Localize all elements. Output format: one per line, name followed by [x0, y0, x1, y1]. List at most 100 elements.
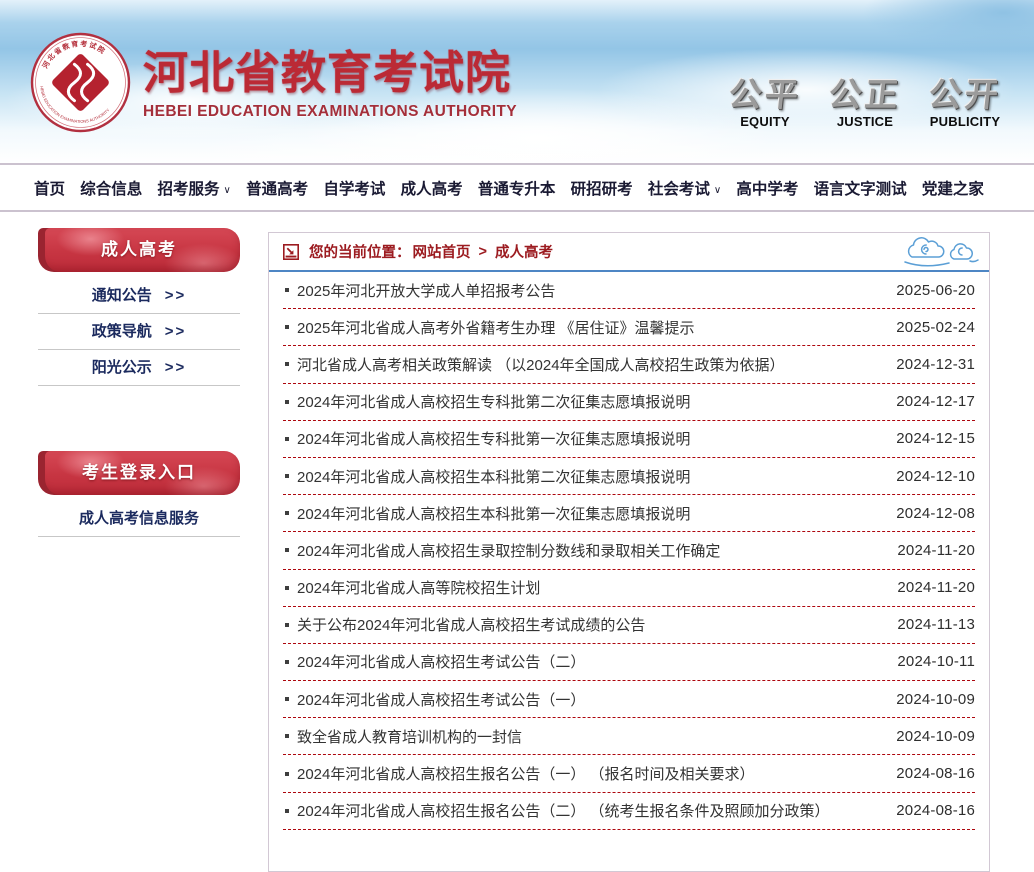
site-subtitle: HEBEI EDUCATION EXAMINATIONS AUTHORITY: [143, 103, 517, 121]
sidebar-section-title-login: 考生登录入口: [38, 451, 240, 495]
news-row: 2024年河北省成人高校招生本科批第二次征集志愿填报说明 2024-12-10: [283, 458, 975, 495]
site-logo-seal[interactable]: 河北省教育考试院 HEBEI EDUCATION EXAMINATIONS AU…: [30, 32, 131, 133]
breadcrumb-home-link[interactable]: 网站首页: [413, 241, 471, 262]
nav-item-label: 首页: [34, 181, 65, 198]
news-date: 2024-11-20: [883, 579, 975, 596]
news-title-link[interactable]: 2025年河北省成人高考外省籍考生办理 《居住证》温馨提示: [297, 317, 695, 338]
main-nav: 首页 综合信息 招考服务∨ 普通高考 自学考试 成人高考 普通专升本 研招研考 …: [0, 163, 1034, 212]
breadcrumb-separator: >: [479, 244, 487, 260]
news-row: 2024年河北省成人高校招生专科批第二次征集志愿填报说明 2024-12-17: [283, 384, 975, 421]
sidebar-section-title-chengrengaokao: 成人高考: [38, 228, 240, 272]
bullet-icon: [285, 548, 289, 552]
news-title-link[interactable]: 2024年河北省成人高等院校招生计划: [297, 577, 540, 598]
news-row: 2024年河北省成人高等院校招生计划 2024-11-20: [283, 570, 975, 607]
news-date: 2024-10-11: [883, 653, 975, 670]
nav-item[interactable]: 综合信息: [80, 177, 142, 199]
news-title-link[interactable]: 2024年河北省成人高校招生本科批第一次征集志愿填报说明: [297, 503, 690, 524]
sidebar-menu-item[interactable]: 阳光公示>>: [38, 350, 240, 386]
news-date: 2024-08-16: [882, 802, 975, 819]
news-date: 2024-11-20: [883, 542, 975, 559]
news-date: 2024-11-13: [883, 616, 975, 633]
nav-item-label: 党建之家: [922, 181, 984, 198]
news-title-link[interactable]: 2024年河北省成人高校招生本科批第二次征集志愿填报说明: [297, 466, 690, 487]
news-title-link[interactable]: 2024年河北省成人高校招生考试公告（二）: [297, 651, 585, 672]
motto-english: PUBLICITY: [926, 114, 1004, 129]
bullet-icon: [285, 511, 289, 515]
news-date: 2024-12-08: [882, 505, 975, 522]
bullet-icon: [285, 660, 289, 664]
news-title-link[interactable]: 2024年河北省成人高校招生报名公告（二） （统考生报名条件及照顾加分政策）: [297, 800, 830, 821]
motto-english: EQUITY: [726, 114, 804, 129]
motto-chinese: 公正: [824, 78, 905, 111]
sidebar-item-label: 成人高考信息服务: [79, 510, 199, 527]
double-arrow-icon: >>: [165, 359, 187, 376]
chevron-down-icon: ∨: [224, 185, 231, 196]
nav-item-label: 自学考试: [323, 181, 385, 198]
bullet-icon: [285, 437, 289, 441]
nav-item[interactable]: 普通专升本: [478, 177, 556, 199]
news-title-link[interactable]: 2024年河北省成人高校招生考试公告（一）: [297, 689, 585, 710]
nav-item[interactable]: 语言文字测试: [814, 177, 907, 199]
double-arrow-icon: >>: [165, 323, 187, 340]
news-row: 2024年河北省成人高校招生报名公告（二） （统考生报名条件及照顾加分政策） 2…: [283, 793, 975, 830]
nav-item-label: 普通高考: [246, 181, 308, 198]
nav-item-label: 高中学考: [736, 181, 798, 198]
news-title-link[interactable]: 2025年河北开放大学成人单招报考公告: [297, 280, 555, 301]
news-title-link[interactable]: 2024年河北省成人高校招生专科批第二次征集志愿填报说明: [297, 391, 690, 412]
sidebar-menu-login: 成人高考信息服务: [38, 501, 240, 537]
nav-item[interactable]: 自学考试: [323, 177, 385, 199]
bullet-icon: [285, 400, 289, 404]
chevron-down-icon: ∨: [714, 185, 721, 196]
nav-item[interactable]: 高中学考: [736, 177, 798, 199]
news-title-link[interactable]: 关于公布2024年河北省成人高校招生考试成绩的公告: [297, 614, 645, 635]
sidebar-item-label: 政策导航: [92, 323, 152, 340]
news-row: 2024年河北省成人高校招生录取控制分数线和录取相关工作确定 2024-11-2…: [283, 532, 975, 569]
sidebar: 成人高考 通知公告>> 政策导航>> 阳光公示>> 考生登录入口 成人高考信息服…: [38, 228, 240, 537]
news-row: 2024年河北省成人高校招生考试公告（二） 2024-10-11: [283, 644, 975, 681]
bullet-icon: [285, 809, 289, 813]
news-date: 2024-10-09: [882, 691, 975, 708]
breadcrumb-current-link[interactable]: 成人高考: [495, 241, 553, 262]
news-title-link[interactable]: 2024年河北省成人高校招生报名公告（一） （报名时间及相关要求）: [297, 763, 755, 784]
location-arrow-icon: [283, 244, 299, 260]
nav-item-label: 普通专升本: [478, 181, 556, 198]
motto: 公平 EQUITY: [726, 78, 804, 129]
nav-item[interactable]: 普通高考: [246, 177, 308, 199]
nav-item[interactable]: 社会考试 ∨: [648, 177, 721, 199]
sidebar-menu-notices: 通知公告>> 政策导航>> 阳光公示>>: [38, 278, 240, 386]
bullet-icon: [285, 623, 289, 627]
news-date: 2025-02-24: [882, 319, 975, 336]
bullet-icon: [285, 474, 289, 478]
news-row: 2024年河北省成人高校招生专科批第一次征集志愿填报说明 2024-12-15: [283, 421, 975, 458]
nav-item[interactable]: 成人高考: [401, 177, 463, 199]
news-row: 致全省成人教育培训机构的一封信 2024-10-09: [283, 718, 975, 755]
bullet-icon: [285, 586, 289, 590]
nav-item-label: 综合信息: [80, 181, 142, 198]
motto: 公开 PUBLICITY: [926, 78, 1004, 129]
sidebar-item-label: 通知公告: [92, 287, 152, 304]
sidebar-menu-item[interactable]: 成人高考信息服务: [38, 501, 240, 537]
motto-chinese: 公开: [924, 78, 1005, 111]
nav-item-label: 成人高考: [401, 181, 463, 198]
bullet-icon: [285, 325, 289, 329]
news-date: 2024-12-31: [882, 356, 975, 373]
news-title-link[interactable]: 2024年河北省成人高校招生专科批第一次征集志愿填报说明: [297, 428, 690, 449]
nav-item-label: 语言文字测试: [814, 181, 907, 198]
breadcrumb: 您的当前位置： 网站首页 > 成人高考: [269, 233, 989, 272]
nav-item[interactable]: 党建之家: [922, 177, 984, 199]
news-list: 2025年河北开放大学成人单招报考公告 2025-06-20 2025年河北省成…: [269, 272, 989, 830]
bullet-icon: [285, 772, 289, 776]
auspicious-cloud-decoration: [901, 234, 981, 268]
sidebar-menu-item[interactable]: 通知公告>>: [38, 278, 240, 314]
news-title-link[interactable]: 河北省成人高考相关政策解读 （以2024年全国成人高校招生政策为依据）: [297, 354, 785, 375]
nav-item[interactable]: 招考服务 ∨: [158, 177, 231, 199]
news-date: 2024-12-15: [882, 430, 975, 447]
sidebar-menu-item[interactable]: 政策导航 >>: [38, 314, 240, 350]
nav-item[interactable]: 研招研考: [571, 177, 633, 199]
news-title-link[interactable]: 致全省成人教育培训机构的一封信: [297, 726, 522, 747]
nav-item[interactable]: 首页: [34, 177, 65, 199]
nav-item-label: 招考服务: [158, 181, 220, 198]
news-title-link[interactable]: 2024年河北省成人高校招生录取控制分数线和录取相关工作确定: [297, 540, 720, 561]
news-row: 2024年河北省成人高校招生报名公告（一） （报名时间及相关要求） 2024-0…: [283, 755, 975, 792]
nav-item-label: 社会考试: [648, 181, 710, 198]
